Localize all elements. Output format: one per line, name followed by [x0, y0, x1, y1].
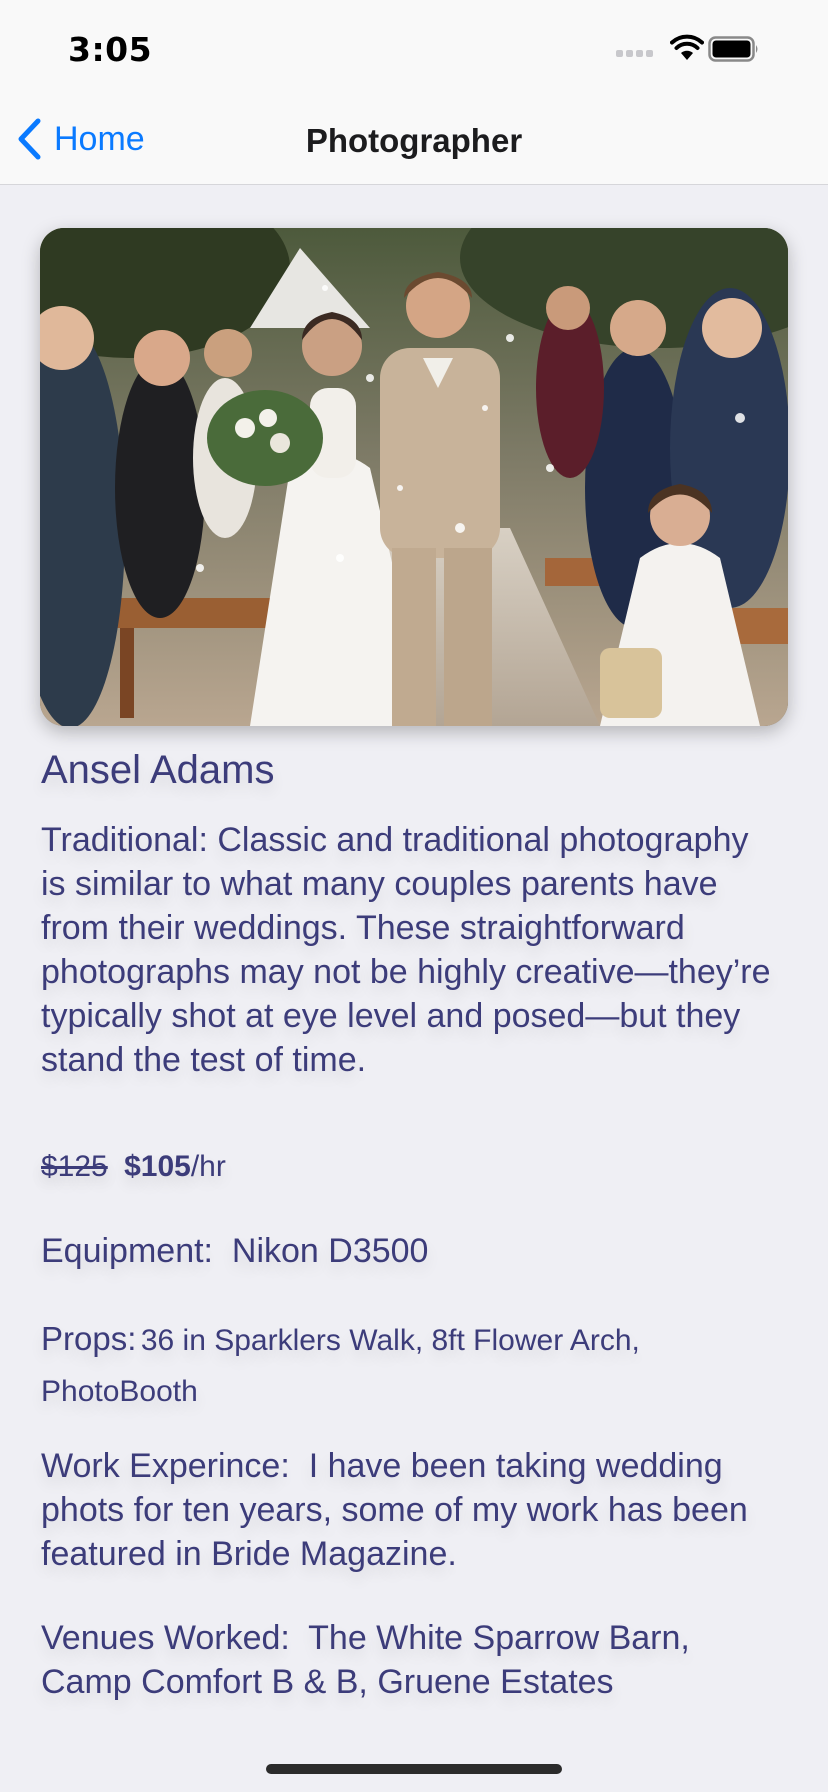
venues-worked-row: Venues Worked: The White Sparrow Barn, C…	[41, 1616, 771, 1704]
work-experience-row: Work Experince: I have been taking weddi…	[41, 1444, 771, 1576]
navigation-bar: Home Photographer	[0, 92, 828, 185]
equipment-value: Nikon D3500	[231, 1232, 429, 1270]
home-indicator[interactable]	[266, 1764, 562, 1774]
props-row: Props: 36 in Sparklers Walk, 8ft Flower …	[41, 1316, 771, 1420]
page-title: Photographer	[305, 122, 523, 159]
wifi-icon	[670, 34, 704, 60]
photographer-name: Ansel Adams	[41, 748, 275, 792]
status-bar: 3:05	[0, 0, 828, 92]
battery-icon	[708, 36, 758, 62]
work-experience-label: Work Experince:	[41, 1447, 290, 1485]
original-price: $125	[41, 1150, 108, 1183]
wedding-couple-photo	[40, 228, 788, 726]
props-label: Props:	[41, 1320, 137, 1357]
discounted-price: $105	[124, 1150, 191, 1183]
status-time: 3:05	[68, 30, 153, 69]
cellular-signal-icon	[616, 50, 656, 58]
photographer-description: Traditional: Classic and traditional pho…	[41, 821, 771, 1079]
price-row: $125 $105/hr	[41, 1150, 771, 1184]
venues-worked-label: Venues Worked:	[41, 1619, 290, 1657]
equipment-row: Equipment: Nikon D3500	[41, 1232, 771, 1271]
photographer-screen: 3:05 Home Photographer Ansel Adams Tradi…	[0, 0, 828, 1792]
equipment-label: Equipment:	[41, 1232, 213, 1270]
price-unit: /hr	[190, 1150, 226, 1183]
